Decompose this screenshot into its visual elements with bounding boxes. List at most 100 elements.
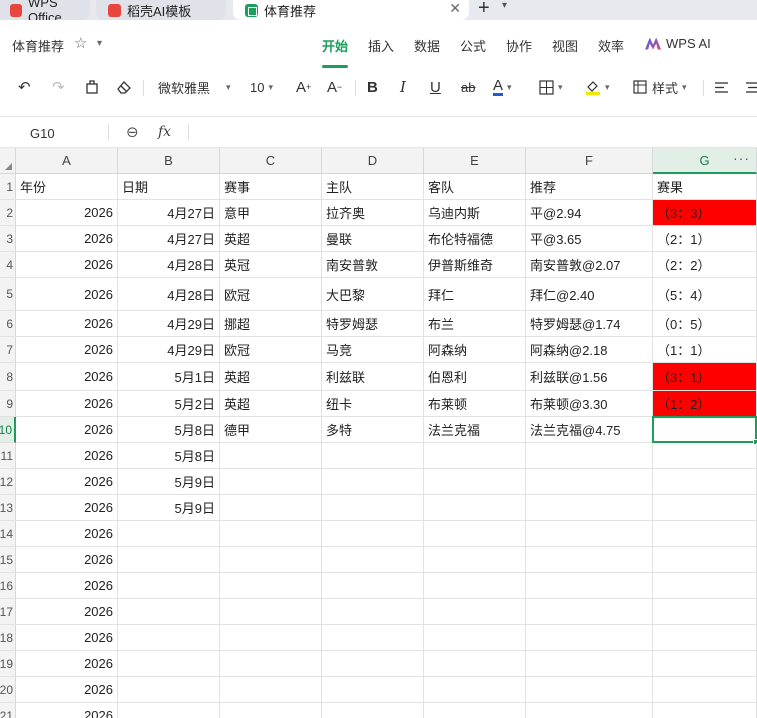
column-header-e[interactable]: E: [424, 148, 526, 174]
row-header[interactable]: 12: [0, 469, 16, 495]
row-header[interactable]: 2: [0, 200, 16, 226]
table-cell[interactable]: （3：1）: [653, 363, 757, 391]
table-cell[interactable]: 2026: [16, 651, 118, 677]
table-cell[interactable]: （5：4）: [653, 278, 757, 311]
table-cell[interactable]: [322, 443, 424, 469]
table-cell[interactable]: [526, 495, 653, 521]
table-cell[interactable]: [322, 469, 424, 495]
tab-sports-recommend[interactable]: 体育推荐 ✕: [233, 0, 469, 20]
new-tab-icon[interactable]: +: [478, 0, 490, 20]
header-cell[interactable]: 日期: [118, 174, 220, 200]
table-cell[interactable]: [220, 703, 322, 718]
row-header[interactable]: 13: [0, 495, 16, 521]
table-cell[interactable]: 挪超: [220, 311, 322, 337]
menu-collaborate[interactable]: 协作: [506, 36, 532, 55]
table-cell[interactable]: 5月9日: [118, 495, 220, 521]
table-cell[interactable]: 拜仁@2.40: [526, 278, 653, 311]
table-cell[interactable]: 南安普敦: [322, 252, 424, 278]
table-cell[interactable]: [653, 677, 757, 703]
table-cell[interactable]: [653, 495, 757, 521]
table-cell[interactable]: [220, 547, 322, 573]
table-cell[interactable]: [220, 651, 322, 677]
table-cell[interactable]: [424, 443, 526, 469]
row-header[interactable]: 17: [0, 599, 16, 625]
table-cell[interactable]: 多特: [322, 417, 424, 443]
row-header[interactable]: 21: [0, 703, 16, 718]
table-cell[interactable]: 2026: [16, 417, 118, 443]
table-cell[interactable]: 4月28日: [118, 278, 220, 311]
table-cell[interactable]: 阿森纳@2.18: [526, 337, 653, 363]
table-cell[interactable]: 2026: [16, 391, 118, 417]
table-cell[interactable]: [118, 547, 220, 573]
table-cell[interactable]: [424, 469, 526, 495]
table-cell[interactable]: 利兹联@1.56: [526, 363, 653, 391]
table-cell[interactable]: [653, 599, 757, 625]
decrease-font-icon[interactable]: A −: [327, 76, 342, 98]
menu-view[interactable]: 视图: [552, 36, 578, 55]
table-cell[interactable]: 2026: [16, 252, 118, 278]
row-header[interactable]: 15: [0, 547, 16, 573]
chevron-down-icon[interactable]: ▾: [97, 38, 102, 49]
table-cell[interactable]: [526, 599, 653, 625]
fx-icon[interactable]: fx: [158, 124, 171, 140]
wps-ai-button[interactable]: WPS AI: [645, 36, 711, 51]
row-header[interactable]: 7: [0, 337, 16, 363]
table-cell[interactable]: [220, 469, 322, 495]
header-cell[interactable]: 客队: [424, 174, 526, 200]
row-header[interactable]: 4: [0, 252, 16, 278]
more-icon[interactable]: ···: [733, 148, 750, 171]
table-cell[interactable]: 布莱顿@3.30: [526, 391, 653, 417]
table-cell[interactable]: [653, 651, 757, 677]
table-cell[interactable]: [220, 599, 322, 625]
table-cell[interactable]: 德甲: [220, 417, 322, 443]
row-header[interactable]: 10: [0, 417, 16, 443]
table-cell[interactable]: 乌迪内斯: [424, 200, 526, 226]
table-cell[interactable]: [653, 521, 757, 547]
table-cell[interactable]: [118, 651, 220, 677]
table-cell[interactable]: 2026: [16, 311, 118, 337]
table-cell[interactable]: 2026: [16, 278, 118, 311]
header-cell[interactable]: 推荐: [526, 174, 653, 200]
header-cell[interactable]: 年份: [16, 174, 118, 200]
table-cell[interactable]: 英超: [220, 363, 322, 391]
table-cell[interactable]: [220, 443, 322, 469]
table-cell[interactable]: [526, 677, 653, 703]
table-cell[interactable]: 平@3.65: [526, 226, 653, 252]
table-cell[interactable]: [653, 703, 757, 718]
table-cell[interactable]: [322, 547, 424, 573]
table-cell[interactable]: [220, 677, 322, 703]
column-header-b[interactable]: B: [118, 148, 220, 174]
table-cell[interactable]: 大巴黎: [322, 278, 424, 311]
tab-wps-office[interactable]: WPS Office: [0, 0, 90, 25]
table-cell[interactable]: [424, 625, 526, 651]
table-cell[interactable]: 5月8日: [118, 417, 220, 443]
table-cell[interactable]: 布莱顿: [424, 391, 526, 417]
table-cell[interactable]: 拉齐奥: [322, 200, 424, 226]
fill-color-button[interactable]: ▾: [585, 76, 610, 98]
row-header[interactable]: 20: [0, 677, 16, 703]
table-cell[interactable]: 4月27日: [118, 226, 220, 252]
table-cell[interactable]: [526, 573, 653, 599]
row-header[interactable]: 6: [0, 311, 16, 337]
menu-formula[interactable]: 公式: [460, 36, 486, 55]
table-cell[interactable]: [424, 599, 526, 625]
table-cell[interactable]: 英冠: [220, 252, 322, 278]
table-cell[interactable]: 特罗姆瑟@1.74: [526, 311, 653, 337]
table-cell[interactable]: 5月8日: [118, 443, 220, 469]
table-cell[interactable]: [424, 495, 526, 521]
table-cell[interactable]: [424, 573, 526, 599]
bold-icon[interactable]: B: [367, 76, 378, 98]
table-cell[interactable]: （1：1）: [653, 337, 757, 363]
table-cell[interactable]: [322, 521, 424, 547]
table-cell[interactable]: [653, 625, 757, 651]
row-header[interactable]: 14: [0, 521, 16, 547]
table-cell[interactable]: [526, 469, 653, 495]
table-cell[interactable]: [118, 677, 220, 703]
table-cell[interactable]: 英超: [220, 391, 322, 417]
table-cell[interactable]: 2026: [16, 677, 118, 703]
table-cell[interactable]: 南安普敦@2.07: [526, 252, 653, 278]
table-cell[interactable]: [526, 625, 653, 651]
table-cell[interactable]: 阿森纳: [424, 337, 526, 363]
table-cell[interactable]: 5月9日: [118, 469, 220, 495]
table-cell[interactable]: 2026: [16, 226, 118, 252]
